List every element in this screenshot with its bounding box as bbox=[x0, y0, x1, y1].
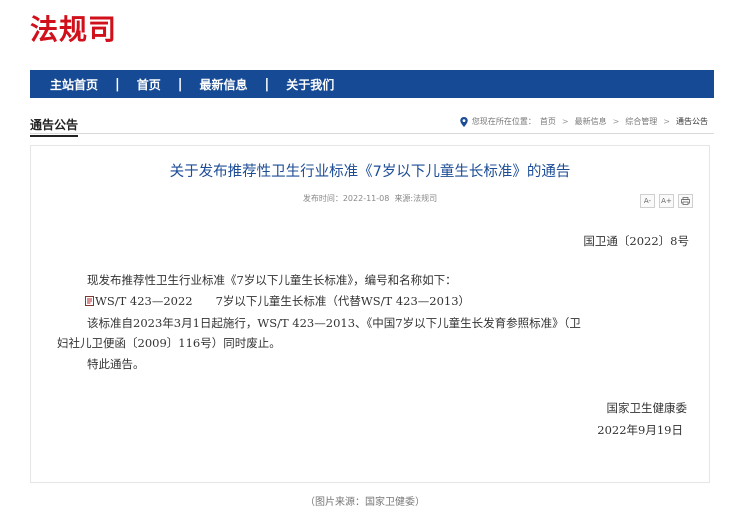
publish-label: 发布时间： bbox=[302, 194, 343, 203]
nav-item-latest-info[interactable]: 最新信息 bbox=[183, 76, 265, 93]
breadcrumb-separator: > bbox=[561, 117, 569, 126]
site-logo[interactable]: 法规司 bbox=[30, 8, 117, 48]
breadcrumb-prefix: 您现在所在位置： bbox=[471, 117, 536, 126]
section-title: 通告公告 bbox=[30, 116, 79, 137]
location-pin-icon bbox=[460, 116, 468, 127]
main-nav: 主站首页 | 首页 | 最新信息 | 关于我们 bbox=[30, 70, 714, 98]
standard-link[interactable]: WS/T 423—2022 7岁以下儿童生长标准（代替WS/T 423—2013… bbox=[95, 293, 470, 309]
body-paragraph: 该标准自2023年3月1日起施行，WS/T 423—2013、《中国7岁以下儿童… bbox=[87, 316, 581, 330]
print-button[interactable] bbox=[678, 194, 693, 208]
body-paragraph: 现发布推荐性卫生行业标准《7岁以下儿童生长标准》，编号和名称如下： bbox=[87, 273, 457, 287]
nav-item-home[interactable]: 首页 bbox=[120, 76, 178, 93]
source: 法规司 bbox=[413, 194, 438, 203]
document-number: 国卫通〔2022〕8号 bbox=[583, 234, 689, 248]
nav-item-main-site[interactable]: 主站首页 bbox=[30, 76, 115, 93]
article-title: 关于发布推荐性卫生行业标准《7岁以下儿童生长标准》的通告 bbox=[169, 164, 571, 180]
pdf-file-icon[interactable] bbox=[85, 296, 94, 306]
section-header: 通告公告 您现在所在位置： 首页 > 最新信息 > 综合管理 > 通告公告 bbox=[30, 113, 714, 137]
publish-date: 2022-11-08 bbox=[342, 194, 390, 203]
print-icon bbox=[681, 197, 690, 205]
breadcrumb-item-current[interactable]: 通告公告 bbox=[676, 116, 708, 127]
font-smaller-button[interactable]: A- bbox=[640, 194, 655, 208]
source-label: 来源: bbox=[394, 194, 414, 203]
nav-item-about-us[interactable]: 关于我们 bbox=[269, 76, 351, 93]
standard-line: WS/T 423—2022 7岁以下儿童生长标准（代替WS/T 423—2013… bbox=[85, 293, 470, 309]
breadcrumb-item-latest[interactable]: 最新信息 bbox=[575, 116, 607, 127]
article-meta: 发布时间：2022-11-08 来源:法规司 bbox=[31, 193, 709, 204]
signatory: 国家卫生健康委 bbox=[606, 401, 688, 415]
article-tools: A- A+ bbox=[640, 194, 693, 208]
breadcrumb: 您现在所在位置： 首页 > 最新信息 > 综合管理 > 通告公告 bbox=[460, 116, 708, 127]
image-caption: （图片来源：国家卫健委） bbox=[305, 497, 425, 508]
breadcrumb-separator: > bbox=[612, 117, 620, 126]
breadcrumb-separator: > bbox=[663, 117, 670, 126]
sign-date: 2022年9月19日 bbox=[597, 423, 683, 437]
article-card: 关于发布推荐性卫生行业标准《7岁以下儿童生长标准》的通告 发布时间：2022-1… bbox=[30, 145, 710, 483]
breadcrumb-item-admin[interactable]: 综合管理 bbox=[625, 116, 657, 127]
font-larger-button[interactable]: A+ bbox=[659, 194, 674, 208]
body-paragraph: 妇社儿卫便函〔2009〕116号）同时废止。 bbox=[57, 336, 281, 350]
body-paragraph: 特此通告。 bbox=[87, 357, 145, 371]
breadcrumb-item-home[interactable]: 首页 bbox=[540, 116, 556, 127]
